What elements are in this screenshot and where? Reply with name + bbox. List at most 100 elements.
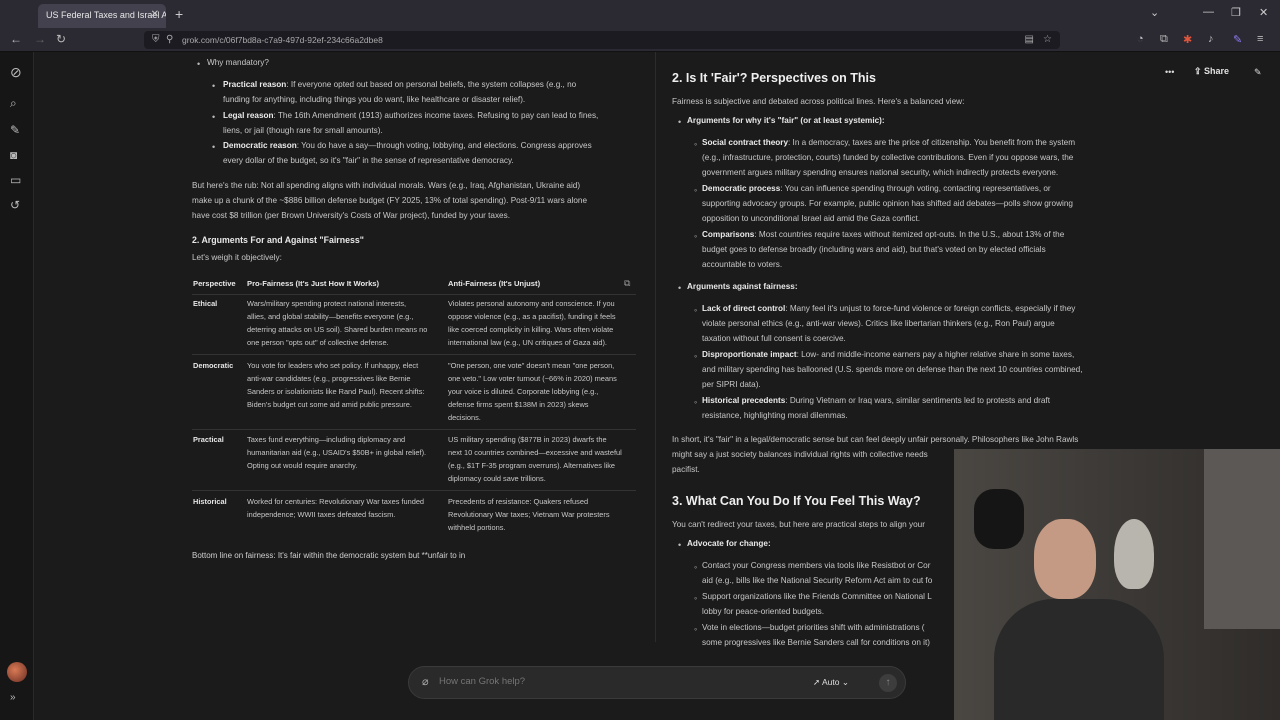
extensions-icon[interactable]: ⧉ (1160, 33, 1168, 46)
right-heading-3: 3. What Can You Do If You Feel This Way? (672, 494, 921, 508)
forward-icon[interactable]: → (34, 32, 46, 46)
short-line: might say a just society balances indivi… (672, 450, 928, 459)
voice-icon[interactable]: ◙ (10, 148, 17, 162)
history-icon[interactable]: ↺ (10, 198, 20, 212)
grok-logo-icon[interactable]: ⊘ (10, 64, 22, 81)
practical-reason-line2: funding for anything, including things y… (223, 95, 526, 104)
advocate-item: lobby for peace-oriented budgets. (702, 607, 824, 616)
table-cell: deterring attacks on US soil). Shared bu… (247, 325, 428, 334)
browser-tabbar: US Federal Taxes and Israel Aid ✕ + ⌄ — … (0, 0, 1280, 28)
for-item-line: (e.g., infrastructure, protection, court… (702, 153, 1074, 162)
table-cell: "One person, one vote" doesn't mean "one… (448, 361, 615, 370)
for-item-line: opposition to unconditional Israel aid a… (702, 214, 921, 223)
for-item: Comparisons: Most countries require taxe… (702, 230, 1065, 239)
table-header: Anti-Fairness (It's Unjust) (448, 279, 541, 288)
for-item: Social contract theory: In a democracy, … (702, 138, 1076, 147)
table-cell: diplomacy could save trillions. (448, 474, 546, 483)
addon3-icon[interactable]: ✎ (1233, 33, 1242, 46)
new-chat-icon[interactable]: ✎ (10, 123, 20, 137)
against-item-line: and military spending has ballooned (U.S… (702, 365, 1083, 374)
site-info-icon[interactable]: ⚲ (166, 34, 173, 45)
why-mandatory-heading: Why mandatory? (207, 58, 269, 67)
advocate-item: Vote in elections—budget priorities shif… (702, 623, 925, 632)
attach-icon[interactable]: ⌀ (422, 675, 429, 688)
for-item-line: government argues military spending ensu… (702, 168, 1059, 177)
for-item-line: budget goes to defense broadly (includin… (702, 245, 1046, 254)
practical-reason: Practical reason: If everyone opted out … (223, 80, 577, 89)
reader-icon[interactable]: ▤ (1025, 34, 1034, 45)
advocate-item: Contact your Congress members via tools … (702, 561, 931, 570)
more-options-icon[interactable]: ••• (1165, 67, 1174, 77)
back-icon[interactable]: ← (10, 32, 22, 46)
table-cell: one veto." Low voter turnout (~66% in 20… (448, 374, 617, 383)
bookmark-star-icon[interactable]: ☆ (1043, 34, 1052, 45)
url-text: grok.com/c/06f7bd8a-c7a9-497d-92ef-234c6… (182, 35, 383, 45)
table-cell-perspective: Democratic (193, 361, 234, 370)
table-cell: Opting out would require anarchy. (247, 461, 358, 470)
share-label: Share (1204, 66, 1230, 76)
table-cell-perspective: Ethical (193, 299, 218, 308)
for-item-line: accountable to voters. (702, 260, 783, 269)
maximize-icon[interactable]: ❐ (1231, 6, 1241, 19)
reload-icon[interactable]: ↻ (56, 32, 66, 46)
advocate-item: Support organizations like the Friends C… (702, 592, 932, 601)
table-cell-perspective: Historical (193, 497, 227, 506)
avatar[interactable] (7, 662, 27, 682)
browser-navbar: ← → ↻ ⛨ ⚲ grok.com/c/06f7bd8a-c7a9-497d-… (0, 28, 1280, 52)
addon-icon[interactable]: ✱ (1183, 33, 1192, 46)
edit-icon[interactable]: ✎ (1254, 67, 1262, 78)
browser-tab[interactable]: US Federal Taxes and Israel Aid ✕ (38, 4, 166, 28)
webcam-overlay (954, 449, 1280, 720)
right-response-3: You can't redirect your taxes, but here … (672, 517, 962, 647)
table-cell: Precedents of resistance: Quakers refuse… (448, 497, 589, 506)
chat-input[interactable] (439, 676, 759, 687)
for-item: Democratic process: You can influence sp… (702, 184, 1051, 193)
mode-label: Auto (822, 677, 840, 687)
files-icon[interactable]: ▭ (10, 173, 21, 187)
table-cell: Sanders or isolationists like Rand Paul)… (247, 387, 425, 396)
table-cell: Violates personal autonomy and conscienc… (448, 299, 615, 308)
table-cell: independence; WWII taxes defeated fascis… (247, 510, 396, 519)
close-tab-icon[interactable]: ✕ (151, 9, 159, 20)
tab-title: US Federal Taxes and Israel Aid (46, 10, 166, 20)
menu-icon[interactable]: ≡ (1257, 33, 1263, 45)
section-heading: 2. Arguments For and Against "Fairness" (192, 235, 364, 245)
table-cell: You vote for leaders who set policy. If … (247, 361, 419, 370)
against-item: Historical precedents: During Vietnam or… (702, 396, 1050, 405)
minimize-icon[interactable]: — (1203, 6, 1214, 18)
search-icon[interactable]: ⌕ (10, 96, 17, 111)
pocket-icon[interactable]: ◔ (1137, 33, 1144, 45)
model-mode-select[interactable]: ➚ Auto ⌄ (813, 677, 849, 688)
new-tab-icon[interactable]: + (175, 6, 183, 22)
address-bar[interactable]: ⛨ ⚲ grok.com/c/06f7bd8a-c7a9-497d-92ef-2… (144, 31, 1060, 49)
copy-icon[interactable]: ⧉ (624, 278, 630, 289)
arrow-up-icon: ↑ (885, 677, 891, 688)
against-item: Disproportionate impact: Low- and middle… (702, 350, 1075, 359)
legal-reason-line2: liens, or jail (though rare for small am… (223, 126, 383, 135)
against-item-line: violate personal ethics (e.g., anti-war … (702, 319, 1055, 328)
expand-sidebar-icon[interactable]: » (10, 692, 16, 703)
share-icon: ⇪ (1194, 66, 1205, 76)
app-sidebar: ⊘ ⌕ ✎ ◙ ▭ ↺ » (0, 52, 34, 720)
table-intro: Let's weigh it objectively: (192, 253, 282, 262)
for-item-line: supporting advocacy groups. For example,… (702, 199, 1073, 208)
table-cell: Biden's budget cut some aid amid public … (247, 400, 412, 409)
share-button[interactable]: ⇪ Share (1194, 66, 1229, 77)
window-close-icon[interactable]: ✕ (1259, 6, 1268, 19)
legal-reason: Legal reason: The 16th Amendment (1913) … (223, 111, 599, 120)
chevron-down-icon: ⌄ (839, 677, 849, 687)
skeleton-decoration (1114, 519, 1154, 589)
short-line: pacifist. (672, 465, 700, 474)
table-cell: humanitarian aid (e.g., USAID's $50B+ in… (247, 448, 427, 457)
table-cell: Worked for centuries: Revolutionary War … (247, 497, 425, 506)
send-button[interactable]: ↑ (879, 674, 897, 692)
tab-list-icon[interactable]: ⌄ (1150, 6, 1159, 19)
chat-composer: ⌀ ➚ Auto ⌄ ↑ (408, 666, 906, 699)
addon2-icon[interactable]: ♪ (1208, 33, 1214, 45)
table-cell: Revolutionary War taxes; Vietnam War pro… (448, 510, 610, 519)
table-header: Perspective (193, 279, 236, 288)
against-item-line: taxation without full consent is coerciv… (702, 334, 846, 343)
table-cell: anti-war candidates (e.g., progressives … (247, 374, 411, 383)
shield-icon[interactable]: ⛨ (152, 34, 160, 45)
table-cell-perspective: Practical (193, 435, 224, 444)
